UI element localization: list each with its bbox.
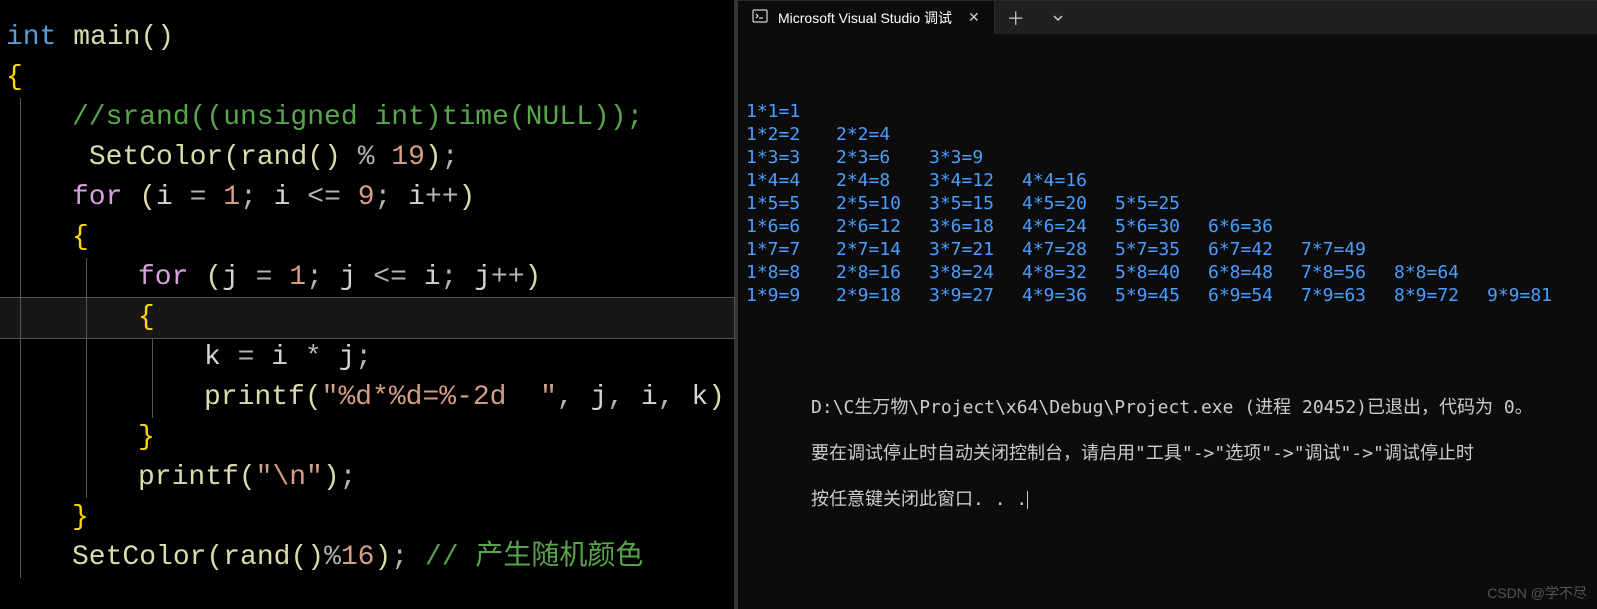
code-line[interactable]: //srand((unsigned int)time(NULL)); [0,98,734,138]
console-pane: Microsoft Visual Studio 调试 ✕ ＋ 1*1=11*2=… [738,0,1597,609]
watermark: CSDN @学不尽 [1487,582,1587,605]
table-row: 1*1=1 [746,100,1589,123]
tab-title: Microsoft Visual Studio 调试 [778,8,952,28]
table-row: 1*8=82*8=163*8=244*8=325*8=406*8=487*8=5… [746,261,1589,284]
code-line[interactable]: { [0,58,734,98]
tab-dropdown-icon[interactable] [1037,1,1079,34]
table-row: 1*2=22*2=4 [746,123,1589,146]
code-line[interactable]: SetColor(rand()%16); // 产生随机颜色 [0,538,734,578]
exit-msg: D:\C生万物\Project\x64\Debug\Project.exe (进… [811,397,1533,418]
code-line[interactable]: { [0,298,734,338]
code-line[interactable]: SetColor(rand() % 19); [0,138,734,178]
code-line[interactable]: printf("\n"); [0,458,734,498]
terminal-tab-bar: Microsoft Visual Studio 调试 ✕ ＋ [738,1,1597,34]
table-row: 1*5=52*5=103*5=154*5=205*5=25 [746,192,1589,215]
code-line[interactable]: int main() [0,18,734,58]
table-row: 1*6=62*6=123*6=184*6=245*6=306*6=36 [746,215,1589,238]
terminal-icon [752,8,768,27]
code-line[interactable]: } [0,498,734,538]
new-tab-button[interactable]: ＋ [995,1,1037,34]
hint-msg: 要在调试停止时自动关闭控制台，请启用"工具"->"选项"->"调试"->"调试停… [811,443,1474,464]
table-row: 1*7=72*7=143*7=214*7=285*7=356*7=427*7=4… [746,238,1589,261]
code-line[interactable]: printf("%d*%d=%-2d ", j, i, k) [0,378,734,418]
console-output[interactable]: 1*1=11*2=22*2=41*3=32*3=63*3=91*4=42*4=8… [738,34,1597,609]
terminal-tab[interactable]: Microsoft Visual Studio 调试 ✕ [738,1,995,34]
code-line[interactable]: for (j = 1; j <= i; j++) [0,258,734,298]
code-editor[interactable]: int main(){//srand((unsigned int)time(NU… [0,0,734,609]
code-line[interactable]: for (i = 1; i <= 9; i++) [0,178,734,218]
table-row: 1*4=42*4=83*4=124*4=16 [746,169,1589,192]
code-line[interactable]: { [0,218,734,258]
table-row: 1*9=92*9=183*9=274*9=365*9=456*9=547*9=6… [746,284,1589,307]
table-row: 1*3=32*3=63*3=9 [746,146,1589,169]
code-line[interactable]: k = i * j; [0,338,734,378]
close-icon[interactable]: ✕ [968,9,980,26]
close-msg: 按任意键关闭此窗口. . . [811,489,1027,510]
code-line[interactable]: } [0,418,734,458]
